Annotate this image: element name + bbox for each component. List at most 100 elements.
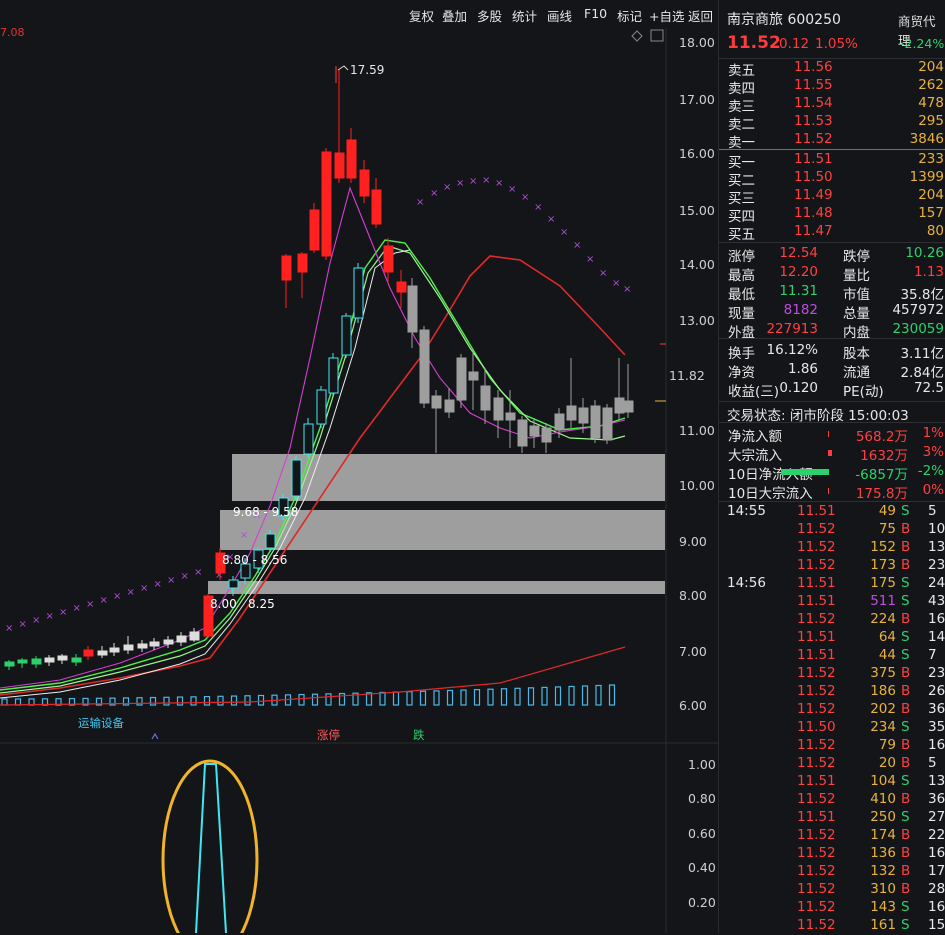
sector-label[interactable]: 运输设备	[78, 715, 124, 731]
tick-row[interactable]: 11.52 375 B 23	[719, 665, 945, 683]
tick-row[interactable]: 11.51 104 S 13	[719, 773, 945, 791]
flow-pct: 0%	[922, 482, 944, 498]
tick-price: 11.52	[797, 539, 836, 555]
stat-row[interactable]: 净资 1.86 流通 2.84亿	[719, 361, 945, 381]
tick-row[interactable]: 11.51 49 S 5	[719, 503, 945, 521]
tick-row[interactable]: 11.52 310 B 28	[719, 881, 945, 899]
draw-line-button[interactable]: 画线	[547, 6, 572, 25]
tick-row[interactable]: 11.52 143 S 16	[719, 899, 945, 917]
order-label: 卖二	[728, 117, 755, 133]
multi-stock-button[interactable]: 多股	[477, 6, 502, 25]
tick-row[interactable]: 11.52 136 B 16	[719, 845, 945, 863]
tick-side: B	[901, 881, 911, 897]
fuquan-button[interactable]: 复权	[409, 6, 434, 25]
tick-row[interactable]: 11.52 410 B 36	[719, 791, 945, 809]
money-flow-row[interactable]: 10日净流入额 -6857万 -2%	[719, 463, 945, 483]
mark-button[interactable]: 标记	[617, 6, 642, 25]
tick-row[interactable]: 11.52 173 B 23	[719, 557, 945, 575]
order-row[interactable]: 卖五 11.56 204	[719, 59, 945, 79]
indicator-box	[257, 694, 265, 706]
tick-volume: 20	[878, 755, 896, 771]
stat-row[interactable]: 现量 8182 总量 457972	[719, 302, 945, 322]
order-row[interactable]: 买四 11.48 157	[719, 205, 945, 225]
flow-value: 568.2万	[855, 429, 908, 445]
candle-body	[614, 397, 625, 414]
order-row[interactable]: 买五 11.47 80	[719, 223, 945, 243]
price-annotation: 8.25	[248, 597, 275, 611]
back-button[interactable]: 返回	[688, 6, 713, 25]
stat-value: PE(动)	[843, 384, 884, 400]
money-flow-row[interactable]: 大宗流入 1632万 3%	[719, 444, 945, 464]
stat-row[interactable]: 收益(三) 0.120 PE(动) 72.5	[719, 380, 945, 400]
tick-row[interactable]: 11.52 20 B 5	[719, 755, 945, 773]
candle-body	[109, 647, 120, 653]
tick-price: 11.52	[797, 845, 836, 861]
tick-count: 14	[928, 629, 945, 645]
order-row[interactable]: 卖二 11.53 295	[719, 113, 945, 133]
tick-row[interactable]: 11.51 44 S 7	[719, 647, 945, 665]
add-watchlist-button[interactable]: +自选	[649, 6, 684, 25]
tick-row[interactable]: 11.52 174 B 22	[719, 827, 945, 845]
order-row[interactable]: 买二 11.50 1399	[719, 169, 945, 189]
stat-value: 股本	[843, 346, 870, 362]
candle-body	[334, 152, 345, 179]
tick-count: 23	[928, 665, 945, 681]
candle-body	[123, 644, 134, 651]
tick-side: B	[901, 863, 911, 879]
tick-row[interactable]: 11.52 186 B 26	[719, 683, 945, 701]
order-row[interactable]: 买一 11.51 233	[719, 151, 945, 171]
indicator-box	[446, 689, 454, 706]
tick-row[interactable]: 11.51 250 S 27	[719, 809, 945, 827]
tick-volume: 173	[870, 557, 896, 573]
order-row[interactable]: 买三 11.49 204	[719, 187, 945, 207]
tick-row[interactable]: 11.52 75 B 10	[719, 521, 945, 539]
candle-body	[456, 357, 467, 401]
stat-row[interactable]: 最高 12.20 量比 1.13	[719, 264, 945, 284]
stat-row[interactable]: 外盘 227913 内盘 230059	[719, 321, 945, 341]
order-volume: 80	[926, 223, 944, 239]
order-row[interactable]: 卖一 11.52 3846	[719, 131, 945, 151]
tick-side: B	[901, 557, 911, 573]
tick-row[interactable]: 11.51 64 S 14	[719, 629, 945, 647]
tick-row[interactable]: 11.52 224 B 16	[719, 611, 945, 629]
order-volume: 233	[918, 151, 944, 167]
money-flow-row[interactable]: 净流入额 568.2万 1%	[719, 425, 945, 445]
tick-row[interactable]: 11.50 234 S 35	[719, 719, 945, 737]
overlay-button[interactable]: 叠加	[442, 6, 467, 25]
kline-chart[interactable]: ×××××××××××××××××××××××××××××××××××××× 1…	[0, 28, 718, 933]
tick-row[interactable]: 11.51 175 S 24	[719, 575, 945, 593]
tick-row[interactable]: 11.52 152 B 13	[719, 539, 945, 557]
tick-price: 11.51	[797, 629, 836, 645]
order-row[interactable]: 卖三 11.54 478	[719, 95, 945, 115]
stat-value: 2.84亿	[900, 365, 944, 381]
tick-row[interactable]: 11.52 79 B 16	[719, 737, 945, 755]
tick-row[interactable]: 11.52 161 S 15	[719, 917, 945, 935]
indicator-box	[608, 684, 616, 706]
candle-body	[316, 389, 327, 425]
order-volume: 3846	[909, 131, 944, 147]
money-flow-row[interactable]: 10日大宗流入 175.8万 0%	[719, 482, 945, 502]
tick-side: B	[901, 521, 911, 537]
stat-row[interactable]: 最低 11.31 市值 35.8亿	[719, 283, 945, 303]
stat-value: 35.8亿	[900, 287, 944, 303]
stat-row[interactable]: 换手 16.12% 股本 3.11亿	[719, 342, 945, 362]
stat-value: 3.11亿	[900, 346, 944, 362]
order-row[interactable]: 卖四 11.55 262	[719, 77, 945, 97]
tick-count: 36	[928, 701, 945, 717]
sar-marker: ×	[443, 182, 451, 193]
tick-row[interactable]: 11.52 132 B 17	[719, 863, 945, 881]
current-price-axis-label: 11.82	[669, 368, 705, 383]
sar-marker: ×	[154, 579, 162, 590]
candle-body	[431, 395, 442, 409]
indicator-box	[392, 691, 400, 706]
price-change-pct: 1.05%	[815, 36, 858, 52]
f10-button[interactable]: F10	[584, 6, 607, 21]
tick-row[interactable]: 11.51 511 S 43	[719, 593, 945, 611]
stat-value: 230059	[892, 321, 944, 337]
candle-body	[31, 658, 42, 665]
stat-row[interactable]: 涨停 12.54 跌停 10.26	[719, 245, 945, 265]
sar-marker: ×	[127, 587, 135, 598]
candle-body	[83, 649, 94, 657]
tick-row[interactable]: 11.52 202 B 36	[719, 701, 945, 719]
statistics-button[interactable]: 统计	[512, 6, 537, 25]
